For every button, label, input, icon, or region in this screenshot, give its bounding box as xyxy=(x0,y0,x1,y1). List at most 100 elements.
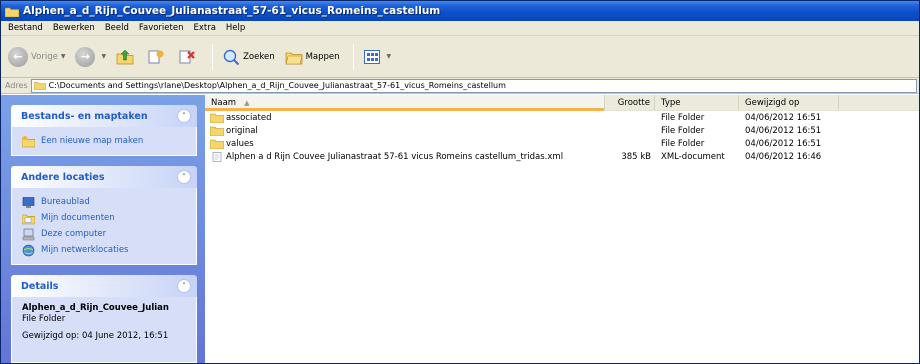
views-icon xyxy=(363,49,380,64)
panel-body: Bureaublad Mijn documenten Deze computer xyxy=(11,188,197,265)
copy-to-button[interactable] xyxy=(144,43,171,71)
file-name: associated xyxy=(226,112,272,123)
explorer-window: Alphen_a_d_Rijn_Couvee_Julianastraat_57-… xyxy=(0,0,920,364)
panel-title: Andere locaties xyxy=(21,171,105,183)
delete-button[interactable] xyxy=(175,43,202,71)
folders-icon xyxy=(285,52,302,64)
menu-help[interactable]: Help xyxy=(221,23,250,33)
my-documents-icon xyxy=(22,214,35,224)
file-date: 04/06/2012 16:51 xyxy=(745,112,822,123)
folder-icon xyxy=(210,113,224,123)
file-date: 04/06/2012 16:51 xyxy=(745,125,822,136)
menu-beeld[interactable]: Beeld xyxy=(100,23,134,33)
chevron-down-icon[interactable]: ▼ xyxy=(61,53,66,60)
forward-button[interactable]: → ▼ xyxy=(72,43,109,71)
chevron-down-icon[interactable]: ▼ xyxy=(101,53,106,60)
toolbar-separator xyxy=(212,43,214,70)
details-panel: Details ˄ Alphen_a_d_Rijn_Couvee_Julian … xyxy=(11,275,197,363)
folder-icon xyxy=(210,139,224,149)
column-header-label: Naam xyxy=(211,97,237,108)
folder-icon xyxy=(210,126,224,136)
column-header-name[interactable]: Naam ▲ xyxy=(205,95,605,111)
menu-extra[interactable]: Extra xyxy=(188,23,220,33)
file-type: File Folder xyxy=(661,125,705,136)
new-folder-link[interactable]: Een nieuwe map maken xyxy=(22,133,188,149)
file-type: File Folder xyxy=(661,138,705,149)
menu-bewerken[interactable]: Bewerken xyxy=(48,23,100,33)
collapse-icon[interactable]: ˄ xyxy=(177,109,191,123)
chevron-down-icon[interactable]: ▼ xyxy=(387,53,392,60)
column-header-date[interactable]: Gewijzigd op xyxy=(739,95,839,110)
panel-body: Alphen_a_d_Rijn_Couvee_Julian File Folde… xyxy=(11,297,197,363)
panel-title: Bestands- en maptaken xyxy=(21,110,148,122)
address-label: Adres xyxy=(5,81,28,90)
place-label: Mijn documenten xyxy=(41,213,115,223)
network-places-icon xyxy=(22,244,35,256)
my-computer-icon xyxy=(22,228,35,240)
copy-to-icon xyxy=(148,50,164,63)
file-row[interactable]: Alphen a d Rijn Couvee Julianastraat 57-… xyxy=(205,150,919,163)
task-link-label: Een nieuwe map maken xyxy=(41,136,144,146)
new-folder-icon xyxy=(22,135,35,147)
panel-title: Details xyxy=(21,280,59,292)
search-button[interactable]: Zoeken xyxy=(219,43,278,71)
xml-file-icon xyxy=(212,151,222,162)
file-size: 385 kB xyxy=(621,151,651,162)
column-header-label: Type xyxy=(661,97,681,108)
place-link-my-computer[interactable]: Deze computer xyxy=(22,226,188,242)
other-places-panel: Andere locaties ˄ Bureaublad Mijn docume… xyxy=(11,166,197,265)
desktop-icon xyxy=(22,196,35,208)
window-title: Alphen_a_d_Rijn_Couvee_Julianastraat_57-… xyxy=(23,5,441,17)
address-path: C:\Documents and Settings\rlane\Desktop\… xyxy=(48,81,506,90)
panel-body: Een nieuwe map maken xyxy=(11,127,197,156)
collapse-icon[interactable]: ˄ xyxy=(177,279,191,293)
file-date: 04/06/2012 16:46 xyxy=(745,151,822,162)
up-folder-button[interactable] xyxy=(113,43,140,71)
menu-bestand[interactable]: Bestand xyxy=(3,23,48,33)
file-row[interactable]: associated File Folder 04/06/2012 16:51 xyxy=(205,111,919,124)
other-places-header[interactable]: Andere locaties ˄ xyxy=(11,166,197,188)
back-label: Vorige xyxy=(31,51,58,62)
details-modified-date: Gewijzigd op: 04 June 2012, 16:51 xyxy=(22,331,169,341)
file-name: original xyxy=(226,125,258,136)
file-name: Alphen a d Rijn Couvee Julianastraat 57-… xyxy=(226,151,564,162)
folder-icon xyxy=(5,7,19,17)
collapse-icon[interactable]: ˄ xyxy=(177,170,191,184)
toolbar-separator xyxy=(352,43,354,70)
up-folder-icon xyxy=(116,49,134,64)
place-link-desktop[interactable]: Bureaublad xyxy=(22,194,188,210)
address-field[interactable]: C:\Documents and Settings\rlane\Desktop\… xyxy=(30,78,917,93)
file-date: 04/06/2012 16:51 xyxy=(745,138,822,149)
menu-bar: Bestand Bewerken Beeld Favorieten Extra … xyxy=(1,21,919,36)
column-header-type[interactable]: Type xyxy=(655,95,739,110)
menu-favorieten[interactable]: Favorieten xyxy=(134,23,189,33)
file-row[interactable]: values File Folder 04/06/2012 16:51 xyxy=(205,137,919,150)
toolbar: ← Vorige ▼ → ▼ Zoeken Mappen ▼ xyxy=(1,36,919,78)
column-headers: Naam ▲ Grootte Type Gewijzigd op xyxy=(205,95,919,111)
column-header-label: Grootte xyxy=(617,97,650,108)
file-name: values xyxy=(226,138,254,149)
details-item-name: Alphen_a_d_Rijn_Couvee_Julian xyxy=(22,303,169,313)
search-label: Zoeken xyxy=(243,51,275,62)
delete-icon xyxy=(179,50,195,63)
back-arrow-icon: ← xyxy=(8,46,28,67)
file-type: XML-document xyxy=(661,151,725,162)
column-header-size[interactable]: Grootte xyxy=(605,95,655,110)
column-header-label: Gewijzigd op xyxy=(745,97,800,108)
file-list: Naam ▲ Grootte Type Gewijzigd op associa… xyxy=(205,95,919,363)
place-link-my-documents[interactable]: Mijn documenten xyxy=(22,210,188,226)
views-button[interactable]: ▼ xyxy=(360,43,395,71)
details-header[interactable]: Details ˄ xyxy=(11,275,197,297)
title-bar[interactable]: Alphen_a_d_Rijn_Couvee_Julianastraat_57-… xyxy=(1,1,919,21)
file-folder-tasks-header[interactable]: Bestands- en maptaken ˄ xyxy=(11,105,197,127)
place-label: Deze computer xyxy=(41,229,107,239)
file-row[interactable]: original File Folder 04/06/2012 16:51 xyxy=(205,124,919,137)
column-header-filler xyxy=(839,95,919,110)
sort-ascending-icon: ▲ xyxy=(244,98,250,107)
back-button[interactable]: ← Vorige ▼ xyxy=(5,43,68,71)
forward-arrow-icon: → xyxy=(75,46,96,67)
task-pane: Bestands- en maptaken ˄ Een nieuwe map m… xyxy=(1,95,205,363)
folders-label: Mappen xyxy=(305,51,340,62)
place-link-network-places[interactable]: Mijn netwerklocaties xyxy=(22,242,188,258)
folders-button[interactable]: Mappen xyxy=(282,43,343,71)
